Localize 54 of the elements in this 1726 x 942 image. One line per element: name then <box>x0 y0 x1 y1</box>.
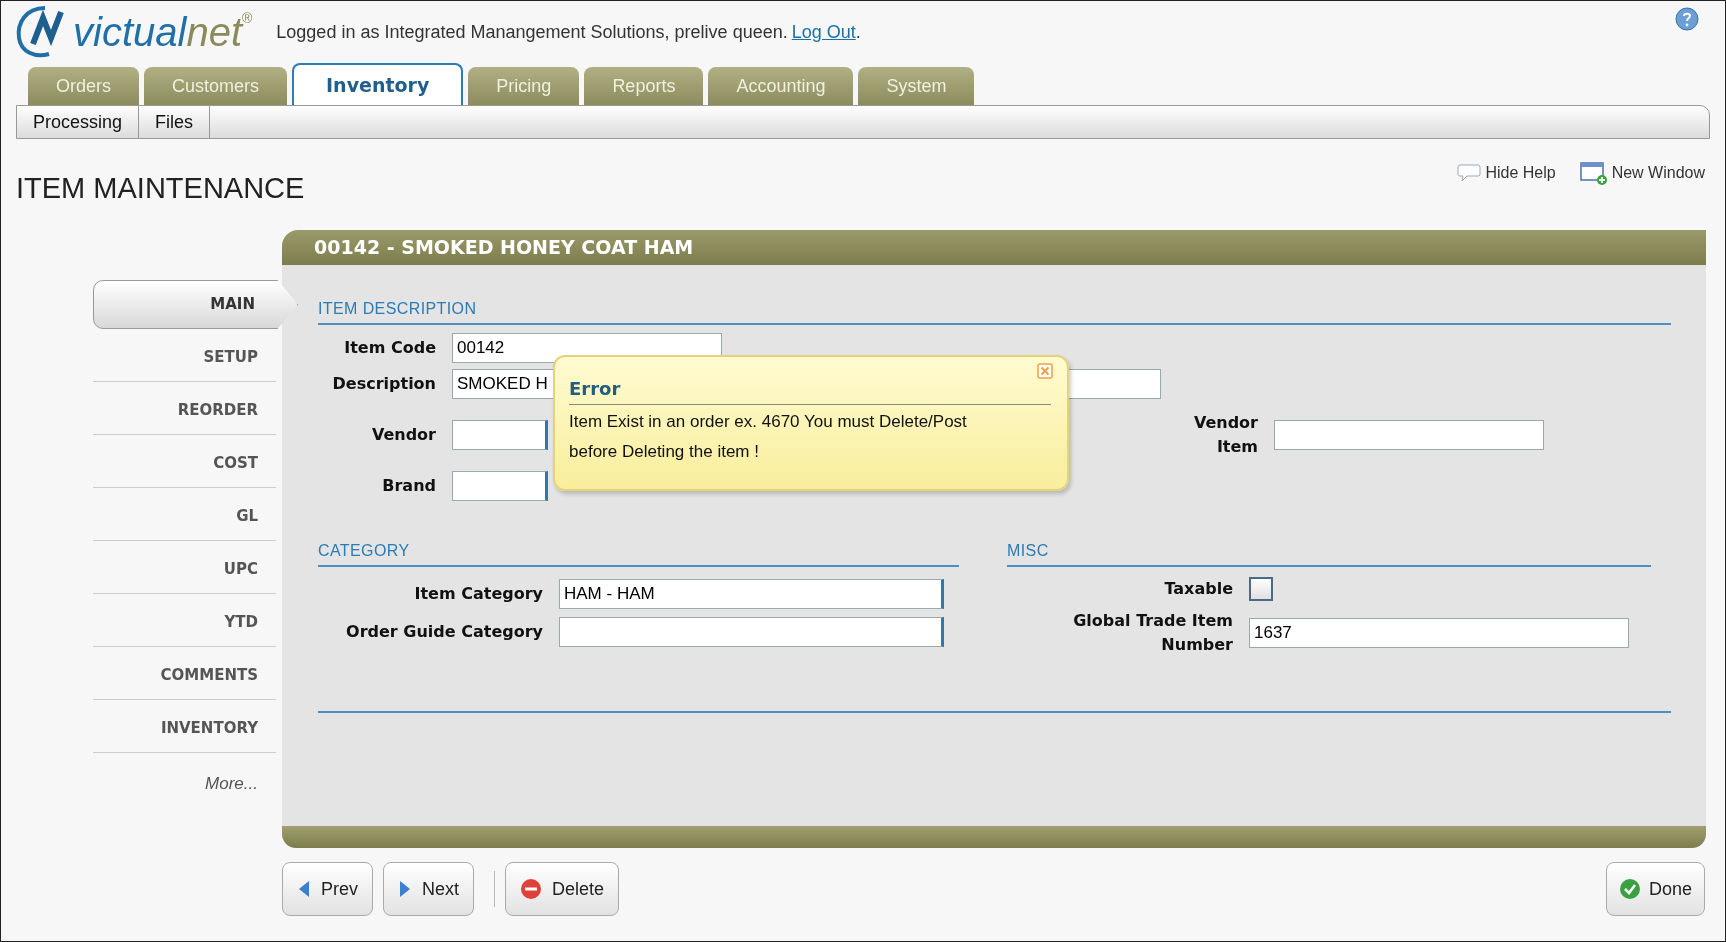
next-button[interactable]: Next <box>383 862 475 916</box>
side-nav-item[interactable]: UPC <box>93 545 276 594</box>
field-label: Order Guide Category <box>345 621 543 643</box>
side-nav-item[interactable]: INVENTORY <box>93 704 276 753</box>
side-nav-item[interactable]: GL <box>93 492 276 541</box>
minus-circle-icon <box>520 878 543 900</box>
left-arrow-icon <box>297 880 311 898</box>
vendor-item-field[interactable] <box>1274 420 1544 450</box>
speech-bubble-icon <box>1457 163 1482 183</box>
field-label: Vendor <box>370 424 436 446</box>
field-label: Item Category <box>413 583 543 605</box>
section-heading: ITEM DESCRIPTION <box>318 300 477 317</box>
right-arrow-icon <box>398 880 412 898</box>
error-message: Item Exist in an order ex. 4670 You must Delete/Post before Deleting the item ! <box>569 411 968 463</box>
brand-field[interactable] <box>452 471 548 501</box>
nav-tab[interactable]: Inventory <box>292 63 464 105</box>
punctuation: . <box>855 20 861 44</box>
field-label: Taxable <box>1163 578 1233 600</box>
side-nav-item[interactable]: REORDER <box>93 386 276 435</box>
error-title: Error <box>569 378 621 399</box>
more-link[interactable]: More... <box>93 771 276 797</box>
section-heading: MISC <box>1007 542 1049 559</box>
page-title: ITEM MAINTENANCE <box>16 171 305 206</box>
help-icon[interactable] <box>1675 7 1699 31</box>
subnav-tab[interactable]: Files <box>139 106 211 138</box>
field-label: Global Trade Item Number <box>1072 610 1233 656</box>
check-circle-icon <box>1618 878 1641 900</box>
delete-button[interactable]: Delete <box>505 862 620 916</box>
logout-link[interactable]: Log Out <box>791 18 856 46</box>
order-guide-category-field[interactable] <box>559 617 944 647</box>
logo-text: net <box>186 12 242 52</box>
field-label: Vendor Item <box>1192 412 1258 458</box>
taxable-checkbox[interactable] <box>1249 577 1273 601</box>
login-text: Logged in as Integrated Manangement Solutions, prelive queen. <box>276 20 788 44</box>
prev-button[interactable]: Prev <box>282 862 373 916</box>
vendor-field[interactable] <box>452 420 548 450</box>
field-label: Description <box>331 373 436 395</box>
field-label: Item Code <box>343 337 436 359</box>
done-button[interactable]: Done <box>1605 862 1705 916</box>
side-nav-item[interactable]: SETUP <box>93 333 276 382</box>
side-nav-item[interactable]: YTD <box>93 598 276 647</box>
hide-help-link[interactable]: Hide Help <box>1457 161 1556 185</box>
new-window-link[interactable]: New Window <box>1579 161 1705 185</box>
side-nav-item[interactable]: COMMENTS <box>93 651 276 700</box>
record-title-bar: 00142 - SMOKED HONEY COAT HAM <box>282 230 1706 265</box>
side-nav-item[interactable]: MAIN <box>93 280 298 329</box>
subnav-tab[interactable]: Processing <box>17 106 140 138</box>
section-heading: CATEGORY <box>318 542 410 559</box>
field-label: Brand <box>381 475 436 497</box>
item-category-field[interactable]: HAM - HAM <box>559 579 944 609</box>
new-window-icon <box>1579 161 1608 185</box>
gtin-field[interactable]: 1637 <box>1249 618 1629 648</box>
side-nav-item[interactable]: COST <box>93 439 276 488</box>
logo-text: victual <box>73 12 187 52</box>
